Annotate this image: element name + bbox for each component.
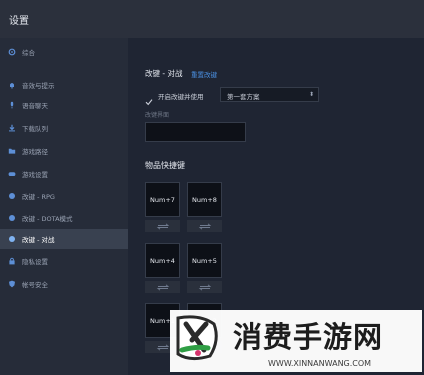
sidebar-item-game-settings[interactable]: 游戏设置 (0, 164, 128, 184)
swap-arrows-icon (156, 283, 169, 291)
swap-button[interactable] (145, 220, 180, 232)
keyboard-icon (8, 214, 16, 222)
enable-keys-label: 开启改键并使用 (158, 93, 204, 101)
chevron-updown-icon: ⬍ (308, 91, 314, 98)
sidebar-item-label: 改键 - 对战 (22, 236, 55, 244)
scheme-select[interactable]: 第一套方案 ⬍ (220, 87, 319, 102)
sidebar-item-sound[interactable]: 音效与提示 (0, 75, 128, 95)
title-bar: 设置 (0, 0, 424, 38)
swap-arrows-icon (156, 222, 169, 230)
sidebar-item-label: 综合 (22, 49, 35, 57)
sidebar-item-privacy[interactable]: 隐私设置 (0, 251, 128, 271)
sidebar-item-label: 游戏设置 (22, 171, 48, 179)
sidebar-item-label: 游戏路径 (22, 148, 48, 156)
hotkey-slot[interactable]: Num+7 (145, 182, 180, 217)
sidebar-item-account-security[interactable]: 帐号安全 (0, 274, 128, 294)
sidebar-item-label: 语音聊天 (22, 102, 48, 110)
sidebar-item-label: 改键 - DOTA模式 (22, 215, 73, 223)
enable-keys-checkbox[interactable] (145, 91, 153, 106)
swap-arrows-icon (198, 222, 211, 230)
key-face-label: 改键界面 (145, 112, 170, 119)
sidebar-item-keys-dota[interactable]: 改键 - DOTA模式 (0, 208, 128, 228)
sidebar-item-label: 帐号安全 (22, 281, 48, 289)
shield-icon (8, 280, 16, 288)
sidebar-item-voice[interactable]: 语音聊天 (0, 95, 128, 115)
sidebar-item-label: 改键 - RPG (22, 193, 55, 201)
swap-button[interactable] (187, 220, 222, 232)
item-hotkeys-title: 物品快捷键 (145, 161, 185, 170)
sidebar-item-label: 音效与提示 (22, 82, 55, 90)
sidebar-item-general[interactable]: 综合 (0, 42, 128, 62)
scheme-select-value: 第一套方案 (227, 93, 260, 101)
sidebar-item-game-path[interactable]: 游戏路径 (0, 141, 128, 161)
checkmark-icon (145, 99, 153, 106)
watermark-url: WWW.XINNANWANG.COM (268, 359, 372, 368)
watermark-title: 消费手游网 (233, 320, 384, 354)
download-icon (8, 124, 16, 132)
swap-arrows-icon (156, 343, 169, 351)
sidebar-item-keys-rpg[interactable]: 改键 - RPG (0, 186, 128, 206)
sidebar-item-label: 下载队列 (22, 125, 48, 133)
folder-icon (8, 147, 16, 155)
key-face-input[interactable] (145, 122, 246, 142)
section-title: 改键 - 对战 (145, 69, 183, 78)
bell-icon (8, 81, 16, 89)
hotkey-slot[interactable]: Num+4 (145, 243, 180, 278)
reset-keys-link[interactable]: 重置改键 (191, 69, 217, 79)
watermark-overlay: 消费手游网 WWW.XINNANWANG.COM (170, 310, 422, 372)
gamepad-icon (8, 170, 16, 178)
hotkey-slot[interactable]: Num+5 (187, 243, 222, 278)
watermark-logo-icon (176, 315, 218, 361)
keyboard-icon (8, 192, 16, 200)
settings-gear-icon (8, 48, 16, 56)
microphone-icon (8, 101, 16, 109)
sidebar-item-downloads[interactable]: 下载队列 (0, 118, 128, 138)
window-title: 设置 (9, 16, 29, 27)
swap-button[interactable] (187, 281, 222, 293)
hotkey-slot[interactable]: Num+8 (187, 182, 222, 217)
keyboard-icon (8, 235, 16, 243)
swap-arrows-icon (198, 283, 211, 291)
lock-icon (8, 257, 16, 265)
sidebar-item-keys-battle[interactable]: 改键 - 对战 (0, 229, 128, 249)
swap-button[interactable] (145, 281, 180, 293)
sidebar: 综合 音效与提示 语音聊天 下载队列 游戏路径 游戏设置 改键 - RPG 改键… (0, 38, 128, 375)
sidebar-item-label: 隐私设置 (22, 258, 48, 266)
